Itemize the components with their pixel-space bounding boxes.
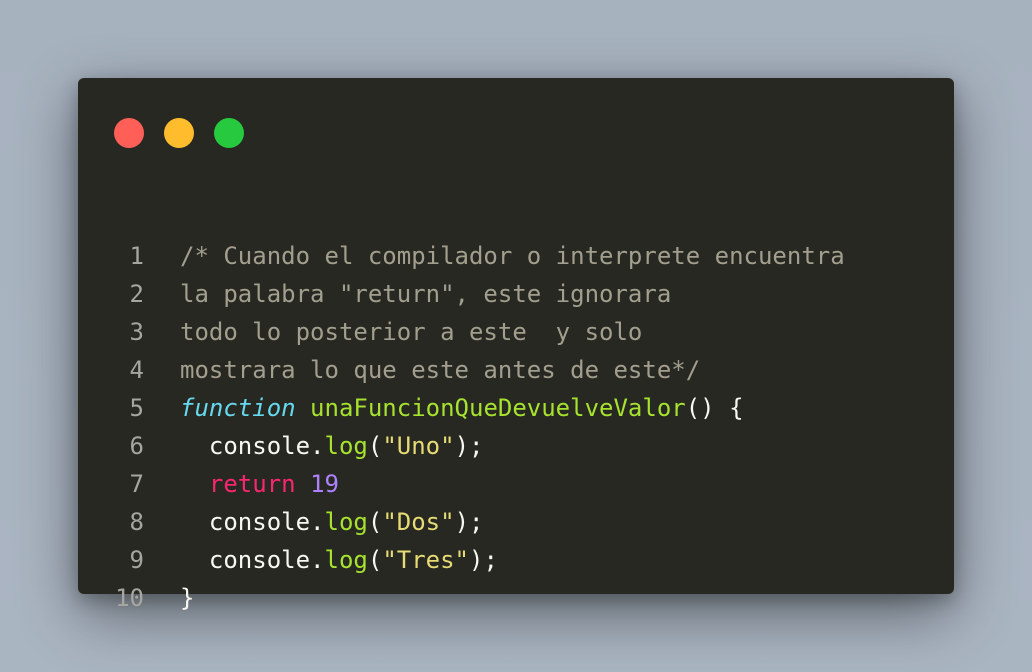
line-number: 4 xyxy=(129,356,144,384)
code-text: todo lo posterior a este y solo xyxy=(180,313,642,351)
minimize-dot-icon[interactable] xyxy=(164,118,194,148)
code-text: /* Cuando el compilador o interprete enc… xyxy=(180,237,845,275)
code-token-plain: ( xyxy=(367,546,383,574)
code-text: return 19 xyxy=(180,465,339,503)
code-token-plain: console. xyxy=(180,432,325,460)
code-token-plain: ( xyxy=(367,508,383,536)
code-token-plain: ); xyxy=(454,432,484,460)
code-token-comment: todo lo posterior a este y solo xyxy=(180,318,643,346)
code-token-plain: ( xyxy=(367,432,383,460)
code-token-plain: } xyxy=(180,584,195,612)
code-token-comment: la palabra "return", este ignorara xyxy=(180,280,672,308)
code-text: console.log("Tres"); xyxy=(180,541,498,579)
code-token-str: "Uno" xyxy=(382,432,455,460)
code-token-plain: console. xyxy=(180,508,325,536)
code-token-str: "Tres" xyxy=(382,546,470,574)
code-token-plain: console. xyxy=(180,546,325,574)
code-token-storage: function xyxy=(180,394,296,422)
code-text: } xyxy=(180,579,194,617)
code-token-plain: ); xyxy=(469,546,498,574)
code-token-fn: log xyxy=(324,546,368,574)
line-number: 8 xyxy=(129,508,144,536)
close-dot-icon[interactable] xyxy=(114,118,144,148)
code-token-fn: log xyxy=(324,508,368,536)
line-number: 1 xyxy=(129,242,144,270)
code-token-fn: log xyxy=(324,432,368,460)
code-token-kw: return xyxy=(208,470,296,498)
code-text: function unaFuncionQueDevuelveValor() { xyxy=(180,389,744,427)
line-number: 3 xyxy=(129,318,144,346)
line-number: 2 xyxy=(129,280,144,308)
code-token-plain: () { xyxy=(685,394,744,422)
line-number: 5 xyxy=(129,394,144,422)
code-text: la palabra "return", este ignorara xyxy=(180,275,671,313)
code-text: mostrara lo que este antes de este*/ xyxy=(180,351,700,389)
line-number: 6 xyxy=(129,432,144,460)
code-token-fn: unaFuncionQueDevuelveValor xyxy=(310,394,686,422)
code-text: console.log("Dos"); xyxy=(180,503,484,541)
line-number: 9 xyxy=(129,546,144,574)
code-token-num: 19 xyxy=(310,470,339,498)
code-token-comment: mostrara lo que este antes de este*/ xyxy=(180,356,701,384)
code-window: 1 /* Cuando el compilador o interprete en… xyxy=(78,78,954,612)
code-token-plain: ); xyxy=(454,508,484,536)
line-number: 7 xyxy=(129,470,144,498)
code-token-comment: /* Cuando el compilador o interprete enc… xyxy=(180,242,845,270)
code-text: console.log("Uno"); xyxy=(180,427,484,465)
line-number: 10 xyxy=(115,584,144,612)
maximize-dot-icon[interactable] xyxy=(214,118,244,148)
code-token-str: "Dos" xyxy=(382,508,455,536)
